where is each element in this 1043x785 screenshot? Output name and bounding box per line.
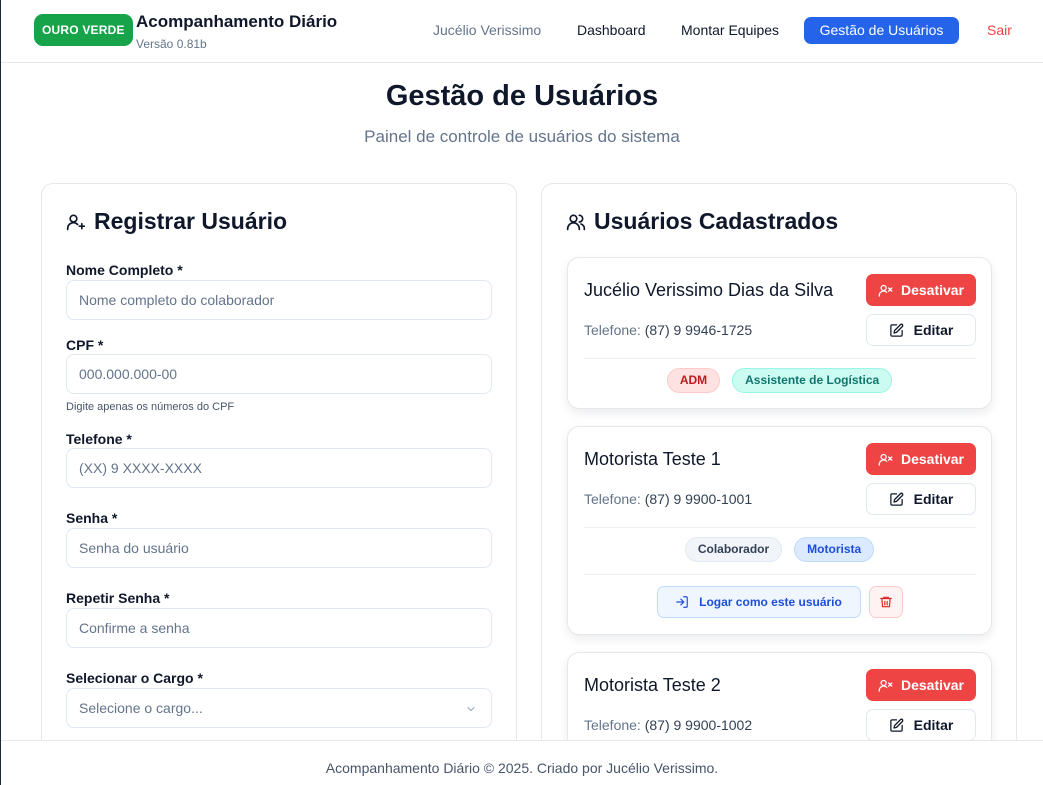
deactivate-label: Desativar bbox=[900, 282, 965, 298]
phone-value: (87) 9 9900-1002 bbox=[644, 717, 753, 733]
role-tags: ADM Assistente de Logística bbox=[568, 368, 991, 393]
log-in-icon bbox=[676, 596, 688, 608]
user-x-icon bbox=[878, 284, 893, 297]
register-user-panel: Registrar Usuário Nome Completo * CPF * … bbox=[41, 183, 517, 783]
edit-button[interactable]: Editar bbox=[866, 483, 976, 515]
edit-button[interactable]: Editar bbox=[866, 314, 976, 346]
chevron-down-icon bbox=[467, 707, 475, 711]
phone-value: (87) 9 9900-1001 bbox=[644, 491, 753, 507]
cpf-input[interactable] bbox=[66, 354, 492, 394]
deactivate-label: Desativar bbox=[900, 451, 965, 467]
edit-label: Editar bbox=[913, 717, 954, 733]
registered-users-heading: Usuários Cadastrados bbox=[566, 208, 838, 235]
role-tag: ADM bbox=[666, 368, 721, 393]
role-tags: Colaborador Motorista bbox=[568, 537, 991, 562]
card-divider bbox=[584, 574, 976, 575]
role-tag: Assistente de Logística bbox=[732, 368, 893, 393]
cpf-hint: Digite apenas os números do CPF bbox=[66, 401, 235, 413]
user-x-icon bbox=[878, 679, 893, 692]
card-divider bbox=[584, 358, 976, 359]
phone-value: (87) 9 9946-1725 bbox=[644, 322, 753, 338]
edit-icon bbox=[889, 718, 904, 732]
page-footer: Acompanhamento Diário © 2025. Criado por… bbox=[1, 740, 1043, 785]
register-user-title: Registrar Usuário bbox=[94, 208, 288, 234]
registered-users-title: Usuários Cadastrados bbox=[594, 208, 839, 234]
user-name: Motorista Teste 2 bbox=[584, 675, 721, 695]
login-as-user-label: Logar como este usuário bbox=[699, 595, 842, 609]
password-confirm-label: Repetir Senha * bbox=[66, 590, 170, 606]
deactivate-button[interactable]: Desativar bbox=[866, 669, 976, 701]
phone-label: Telefone: bbox=[584, 322, 641, 338]
edit-icon bbox=[889, 323, 904, 337]
brand-badge[interactable]: OURO VERDE bbox=[34, 14, 133, 46]
phone-label: Telefone: bbox=[584, 491, 641, 507]
nav-gestao-usuarios-link[interactable]: Gestão de Usuários bbox=[804, 17, 959, 44]
registered-users-panel: Usuários Cadastrados Jucélio Verissimo D… bbox=[541, 183, 1017, 785]
trash-icon bbox=[879, 596, 892, 608]
user-card: Motorista Teste 1 Telefone: (87) 9 9900-… bbox=[567, 426, 992, 635]
password-label: Senha * bbox=[66, 510, 118, 526]
user-name: Jucélio Verissimo Dias da Silva bbox=[584, 280, 834, 300]
page-title: Gestão de Usuários bbox=[385, 80, 659, 112]
role-tag: Motorista bbox=[794, 537, 875, 562]
edit-label: Editar bbox=[913, 491, 954, 507]
role-label: Selecionar o Cargo * bbox=[66, 670, 203, 686]
top-navbar: OURO VERDE Acompanhamento Diário Versão … bbox=[1, 0, 1043, 63]
password-confirm-input[interactable] bbox=[66, 608, 492, 648]
user-phone: Telefone: (87) 9 9900-1002 bbox=[584, 717, 752, 733]
password-input[interactable] bbox=[66, 528, 492, 568]
phone-label: Telefone * bbox=[66, 431, 132, 447]
role-tag: Colaborador bbox=[684, 537, 783, 562]
user-actions: Logar como este usuário bbox=[568, 586, 991, 618]
phone-label: Telefone: bbox=[584, 717, 641, 733]
nav-dashboard-link[interactable]: Dashboard bbox=[577, 22, 646, 38]
role-select[interactable]: Selecione o cargo... bbox=[66, 688, 492, 728]
name-input[interactable] bbox=[66, 280, 492, 320]
card-divider bbox=[584, 527, 976, 528]
delete-user-button[interactable] bbox=[868, 586, 903, 618]
user-phone: Telefone: (87) 9 9946-1725 bbox=[584, 322, 752, 338]
name-label: Nome Completo * bbox=[66, 262, 183, 278]
footer-text: Acompanhamento Diário © 2025. Criado por… bbox=[325, 760, 719, 776]
role-select-placeholder: Selecione o cargo... bbox=[79, 700, 203, 716]
page-subtitle: Painel de controle de usuários do sistem… bbox=[364, 127, 680, 146]
edit-button[interactable]: Editar bbox=[866, 709, 976, 741]
user-plus-icon bbox=[66, 214, 86, 230]
cpf-label: CPF * bbox=[66, 337, 104, 353]
edit-label: Editar bbox=[913, 322, 954, 338]
app-title: Acompanhamento Diário bbox=[136, 12, 338, 31]
login-as-user-button[interactable]: Logar como este usuário bbox=[656, 586, 861, 618]
edit-icon bbox=[889, 492, 904, 506]
user-card: Jucélio Verissimo Dias da Silva Telefone… bbox=[567, 257, 992, 409]
deactivate-button[interactable]: Desativar bbox=[866, 274, 976, 306]
nav-montar-equipes-link[interactable]: Montar Equipes bbox=[681, 22, 779, 38]
app-version: Versão 0.81b bbox=[136, 37, 207, 51]
phone-input[interactable] bbox=[66, 448, 492, 488]
user-name: Motorista Teste 1 bbox=[584, 449, 721, 469]
user-x-icon bbox=[878, 453, 893, 466]
users-icon bbox=[566, 214, 586, 230]
nav-user-name: Jucélio Verissimo bbox=[433, 22, 542, 38]
user-phone: Telefone: (87) 9 9900-1001 bbox=[584, 491, 752, 507]
deactivate-button[interactable]: Desativar bbox=[866, 443, 976, 475]
deactivate-label: Desativar bbox=[900, 677, 965, 693]
register-user-heading: Registrar Usuário bbox=[66, 208, 287, 235]
logout-link[interactable]: Sair bbox=[987, 22, 1012, 38]
